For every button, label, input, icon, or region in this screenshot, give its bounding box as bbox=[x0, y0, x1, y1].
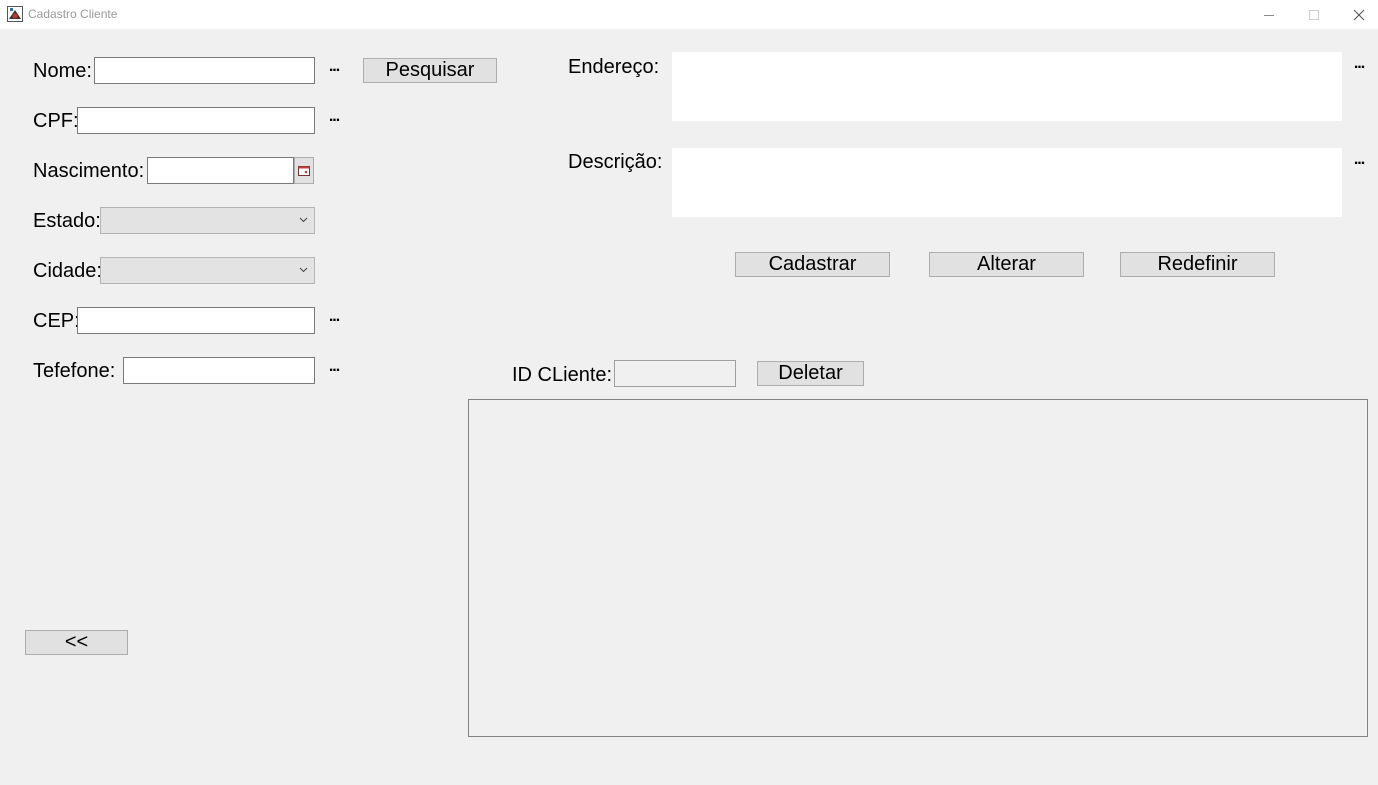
maximize-icon bbox=[1309, 9, 1319, 20]
calendar-icon bbox=[298, 165, 310, 176]
title-bar: Cadastro Cliente bbox=[0, 0, 1378, 29]
cadastrar-button[interactable]: Cadastrar bbox=[735, 252, 890, 277]
endereco-more-button[interactable]: ... bbox=[1350, 56, 1368, 77]
descricao-more-button[interactable]: ... bbox=[1350, 152, 1368, 173]
cpf-more-button[interactable]: ... bbox=[325, 109, 343, 130]
nome-more-button[interactable]: ... bbox=[325, 59, 343, 80]
close-button[interactable] bbox=[1336, 0, 1378, 29]
java-app-icon bbox=[7, 6, 23, 22]
redefinir-button[interactable]: Redefinir bbox=[1120, 252, 1275, 277]
id-cliente-input[interactable] bbox=[614, 360, 736, 387]
telefone-more-button[interactable]: ... bbox=[325, 359, 343, 380]
nascimento-label: Nascimento: bbox=[33, 160, 145, 182]
endereco-label: Endereço: bbox=[568, 56, 660, 78]
window-title: Cadastro Cliente bbox=[28, 7, 118, 21]
id-cliente-label: ID CLiente: bbox=[512, 364, 613, 386]
cep-more-button[interactable]: ... bbox=[325, 309, 343, 330]
close-icon bbox=[1353, 9, 1365, 20]
cpf-input[interactable] bbox=[77, 107, 315, 134]
minimize-button[interactable] bbox=[1246, 0, 1292, 29]
nome-label: Nome: bbox=[33, 60, 92, 82]
descricao-textarea[interactable] bbox=[672, 148, 1342, 217]
cidade-select[interactable] bbox=[100, 257, 315, 284]
cep-label: CEP: bbox=[33, 310, 80, 332]
cpf-label: CPF: bbox=[33, 110, 79, 132]
cep-input[interactable] bbox=[77, 307, 315, 334]
descricao-label: Descrição: bbox=[568, 151, 663, 173]
estado-select[interactable] bbox=[100, 207, 315, 234]
chevron-down-icon bbox=[299, 267, 308, 273]
cidade-label: Cidade: bbox=[33, 260, 102, 282]
clientes-table[interactable] bbox=[468, 399, 1368, 737]
back-button[interactable]: << bbox=[25, 630, 128, 655]
telefone-label: Tefefone: bbox=[33, 360, 116, 382]
estado-label: Estado: bbox=[33, 210, 101, 232]
endereco-textarea[interactable] bbox=[672, 52, 1342, 121]
maximize-button[interactable] bbox=[1291, 0, 1337, 29]
nascimento-input[interactable] bbox=[147, 157, 294, 184]
pesquisar-button[interactable]: Pesquisar bbox=[363, 58, 497, 83]
date-picker-button[interactable] bbox=[294, 157, 314, 184]
telefone-input[interactable] bbox=[123, 357, 315, 384]
nome-input[interactable] bbox=[94, 57, 315, 84]
alterar-button[interactable]: Alterar bbox=[929, 252, 1084, 277]
deletar-button[interactable]: Deletar bbox=[757, 361, 864, 386]
chevron-down-icon bbox=[299, 217, 308, 223]
minimize-icon bbox=[1264, 14, 1274, 16]
